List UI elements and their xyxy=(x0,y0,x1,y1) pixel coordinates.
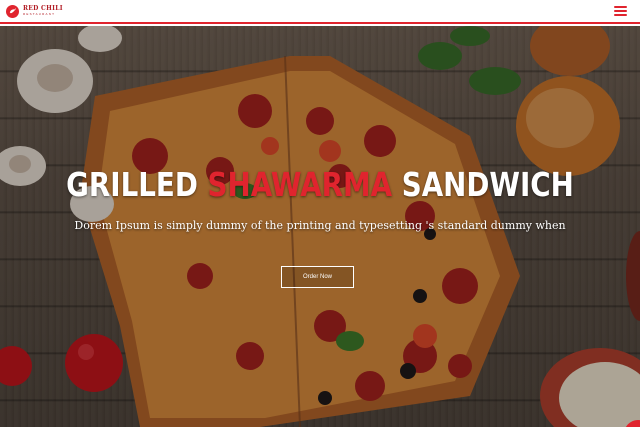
brand-tagline: RESTAURANT xyxy=(23,12,56,16)
hamburger-menu-icon[interactable] xyxy=(614,6,627,16)
hero-title-part3: SANDWICH xyxy=(401,165,574,204)
chili-logo-icon xyxy=(6,4,19,18)
hero-title-part1: GRILLED xyxy=(66,165,198,204)
brand-wordmark: RED CHILI RESTAURANT xyxy=(23,6,63,16)
hero-banner: GRILLED SHAWARMA SANDWICH Dorem Ipsum is… xyxy=(0,26,640,427)
brand-logo[interactable]: RED CHILI RESTAURANT xyxy=(6,4,63,18)
order-now-button[interactable]: Order Now xyxy=(281,266,354,288)
hero-title-accent: SHAWARMA xyxy=(207,165,393,204)
menu-bar xyxy=(614,14,627,16)
hero-subtitle: Dorem Ipsum is simply dummy of the print… xyxy=(74,219,566,232)
menu-bar xyxy=(614,10,627,12)
hero-title: GRILLED SHAWARMA SANDWICH xyxy=(51,168,589,201)
site-header: RED CHILI RESTAURANT xyxy=(0,0,640,24)
menu-bar xyxy=(614,6,627,8)
